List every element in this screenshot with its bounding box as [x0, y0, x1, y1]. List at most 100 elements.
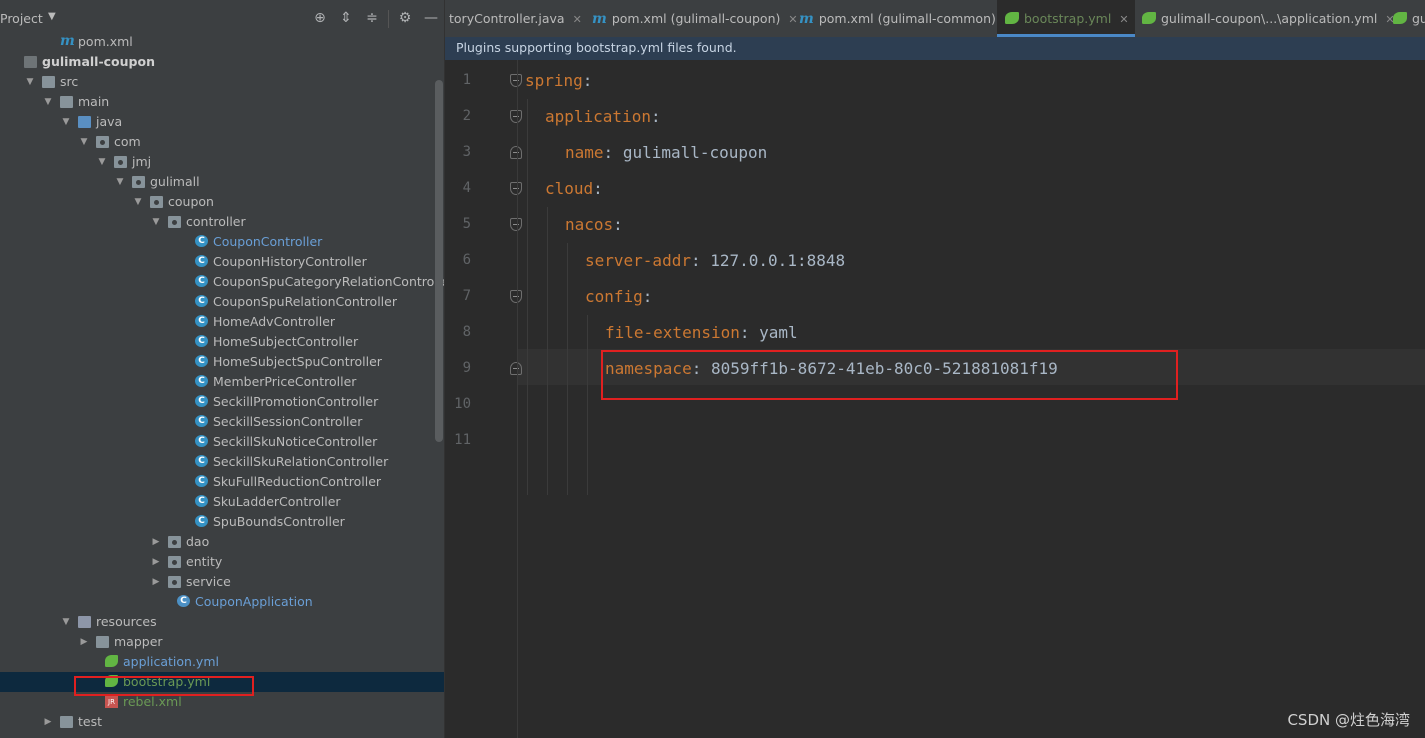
fold-icon[interactable] [510, 182, 522, 195]
chevron-down-icon[interactable]: ▼ [60, 612, 72, 632]
class-icon: C [195, 455, 208, 467]
tree-item[interactable]: ▼ coupon [0, 192, 444, 212]
fold-icon[interactable] [510, 110, 522, 123]
tree-item[interactable]: C MemberPriceController [0, 372, 444, 392]
tree-item[interactable]: ▼ jmj [0, 152, 444, 172]
spring-yml-icon [1142, 12, 1156, 24]
class-icon: C [195, 255, 208, 267]
tree-item[interactable]: ▶ dao [0, 532, 444, 552]
editor-tab[interactable]: bootstrap.yml ✕ [997, 0, 1135, 37]
project-panel: Project ▼ ⊕ ⇕ ≑ ⚙ — m pom.xml gulimall-cou… [0, 0, 454, 738]
class-icon: C [195, 235, 208, 247]
package-icon [114, 156, 127, 168]
class-icon: C [195, 475, 208, 487]
project-title[interactable]: Project [0, 11, 43, 26]
editor-tab[interactable]: guli [1385, 0, 1425, 37]
editor-tab[interactable]: gulimall-coupon\...\application.yml ✕ [1134, 0, 1401, 37]
project-scrollbar[interactable] [435, 80, 443, 442]
editor-tab[interactable]: toryController.java ✕ [445, 0, 588, 37]
chevron-down-icon[interactable]: ▼ [24, 72, 36, 92]
minimize-icon[interactable]: — [422, 9, 440, 27]
tree-item[interactable]: ▼ gulimall [0, 172, 444, 192]
tree-item[interactable]: ▶ entity [0, 552, 444, 572]
tree-item[interactable]: C CouponController [0, 232, 444, 252]
tree-item-label: controller [186, 214, 246, 229]
spring-yml-icon [1393, 12, 1407, 24]
tree-item[interactable]: C SpuBoundsController [0, 512, 444, 532]
collapse-all-icon[interactable]: ≑ [363, 9, 381, 27]
tree-item[interactable]: C SkuLadderController [0, 492, 444, 512]
tree-item[interactable]: ▼ com [0, 132, 444, 152]
tree-item-label: resources [96, 614, 157, 629]
line-number: 7 [462, 288, 471, 304]
gutter-divider [517, 60, 518, 738]
plugin-banner: Plugins supporting bootstrap.yml files f… [445, 37, 1425, 60]
editor-area: toryController.java ✕ m pom.xml (gulimall-c… [444, 0, 1425, 738]
tree-item[interactable]: ▶ test [0, 712, 444, 732]
chevron-down-icon[interactable]: ▼ [78, 132, 90, 152]
chevron-right-icon[interactable]: ▶ [78, 632, 90, 652]
tree-item[interactable]: m pom.xml [0, 32, 444, 52]
chevron-right-icon[interactable]: ▶ [150, 532, 162, 552]
line-number: 11 [454, 432, 471, 448]
chevron-down-icon[interactable]: ▼ [96, 152, 108, 172]
editor-tab-label: toryController.java [449, 11, 565, 26]
editor-tab[interactable]: mpom.xml (gulimall-common)✕ [791, 0, 1019, 37]
gear-icon[interactable]: ⚙ [396, 9, 414, 27]
chevron-down-icon[interactable]: ▼ [114, 172, 126, 192]
tree-item[interactable]: C CouponSpuRelationController [0, 292, 444, 312]
tree-item[interactable]: C CouponHistoryController [0, 252, 444, 272]
tree-item[interactable]: C HomeSubjectSpuController [0, 352, 444, 372]
yaml-colon: : [650, 107, 661, 126]
fold-icon[interactable] [510, 74, 522, 87]
package-icon [96, 136, 109, 148]
expand-all-icon[interactable]: ⇕ [337, 9, 355, 27]
tree-item[interactable]: C CouponApplication [0, 592, 444, 612]
maven-icon: m [60, 33, 75, 49]
tree-item[interactable]: C SeckillSessionController [0, 412, 444, 432]
fold-icon[interactable] [510, 218, 522, 231]
fold-end-icon[interactable] [510, 146, 522, 159]
chevron-down-icon[interactable]: ▼ [132, 192, 144, 212]
editor-tab[interactable]: m pom.xml (gulimall-coupon) ✕ [584, 0, 804, 37]
chevron-down-icon[interactable]: ▼ [48, 11, 56, 22]
yaml-key: name [565, 143, 604, 162]
tree-item-label: SpuBoundsController [213, 514, 345, 529]
tree-item[interactable]: ▼ resources [0, 612, 444, 632]
yaml-colon: : [739, 323, 750, 342]
tree-item[interactable]: C SeckillSkuRelationController [0, 452, 444, 472]
locate-icon[interactable]: ⊕ [311, 9, 329, 27]
tree-item[interactable]: ▼ src [0, 72, 444, 92]
chevron-right-icon[interactable]: ▶ [150, 552, 162, 572]
tree-item[interactable]: ▼ controller [0, 212, 444, 232]
tree-item-label: gulimall-coupon [42, 54, 155, 69]
fold-icon[interactable] [510, 290, 522, 303]
highlight-box-bootstrap [74, 676, 254, 696]
tree-item[interactable]: ▶ mapper [0, 632, 444, 652]
fold-end-icon[interactable] [510, 362, 522, 375]
tree-item[interactable]: C CouponSpuCategoryRelationController [0, 272, 454, 292]
tree-item[interactable]: C SeckillSkuNoticeController [0, 432, 444, 452]
tree-item[interactable]: gulimall-coupon [0, 52, 444, 72]
chevron-down-icon[interactable]: ▼ [60, 112, 72, 132]
close-icon[interactable]: ✕ [573, 13, 582, 26]
yaml-colon: : [613, 215, 623, 234]
tree-item[interactable]: ▼ main [0, 92, 444, 112]
close-icon[interactable]: ✕ [1119, 13, 1128, 26]
yaml-value: gulimall-coupon [622, 143, 768, 162]
tree-item[interactable]: ▶ service [0, 572, 444, 592]
tree-item[interactable]: C SkuFullReductionController [0, 472, 444, 492]
tree-item[interactable]: ▼ java [0, 112, 444, 132]
chevron-right-icon[interactable]: ▶ [42, 712, 54, 732]
tree-item[interactable]: C SeckillPromotionController [0, 392, 444, 412]
tree-item[interactable]: application.yml [0, 652, 444, 672]
tree-item-label: pom.xml [78, 34, 133, 49]
chevron-right-icon[interactable]: ▶ [150, 572, 162, 592]
chevron-down-icon[interactable]: ▼ [42, 92, 54, 112]
tree-item[interactable]: C HomeSubjectController [0, 332, 444, 352]
tree-item-label: SeckillSkuNoticeController [213, 434, 378, 449]
toolbar-divider [388, 10, 389, 28]
package-icon [168, 536, 181, 548]
chevron-down-icon[interactable]: ▼ [150, 212, 162, 232]
tree-item[interactable]: C HomeAdvController [0, 312, 444, 332]
